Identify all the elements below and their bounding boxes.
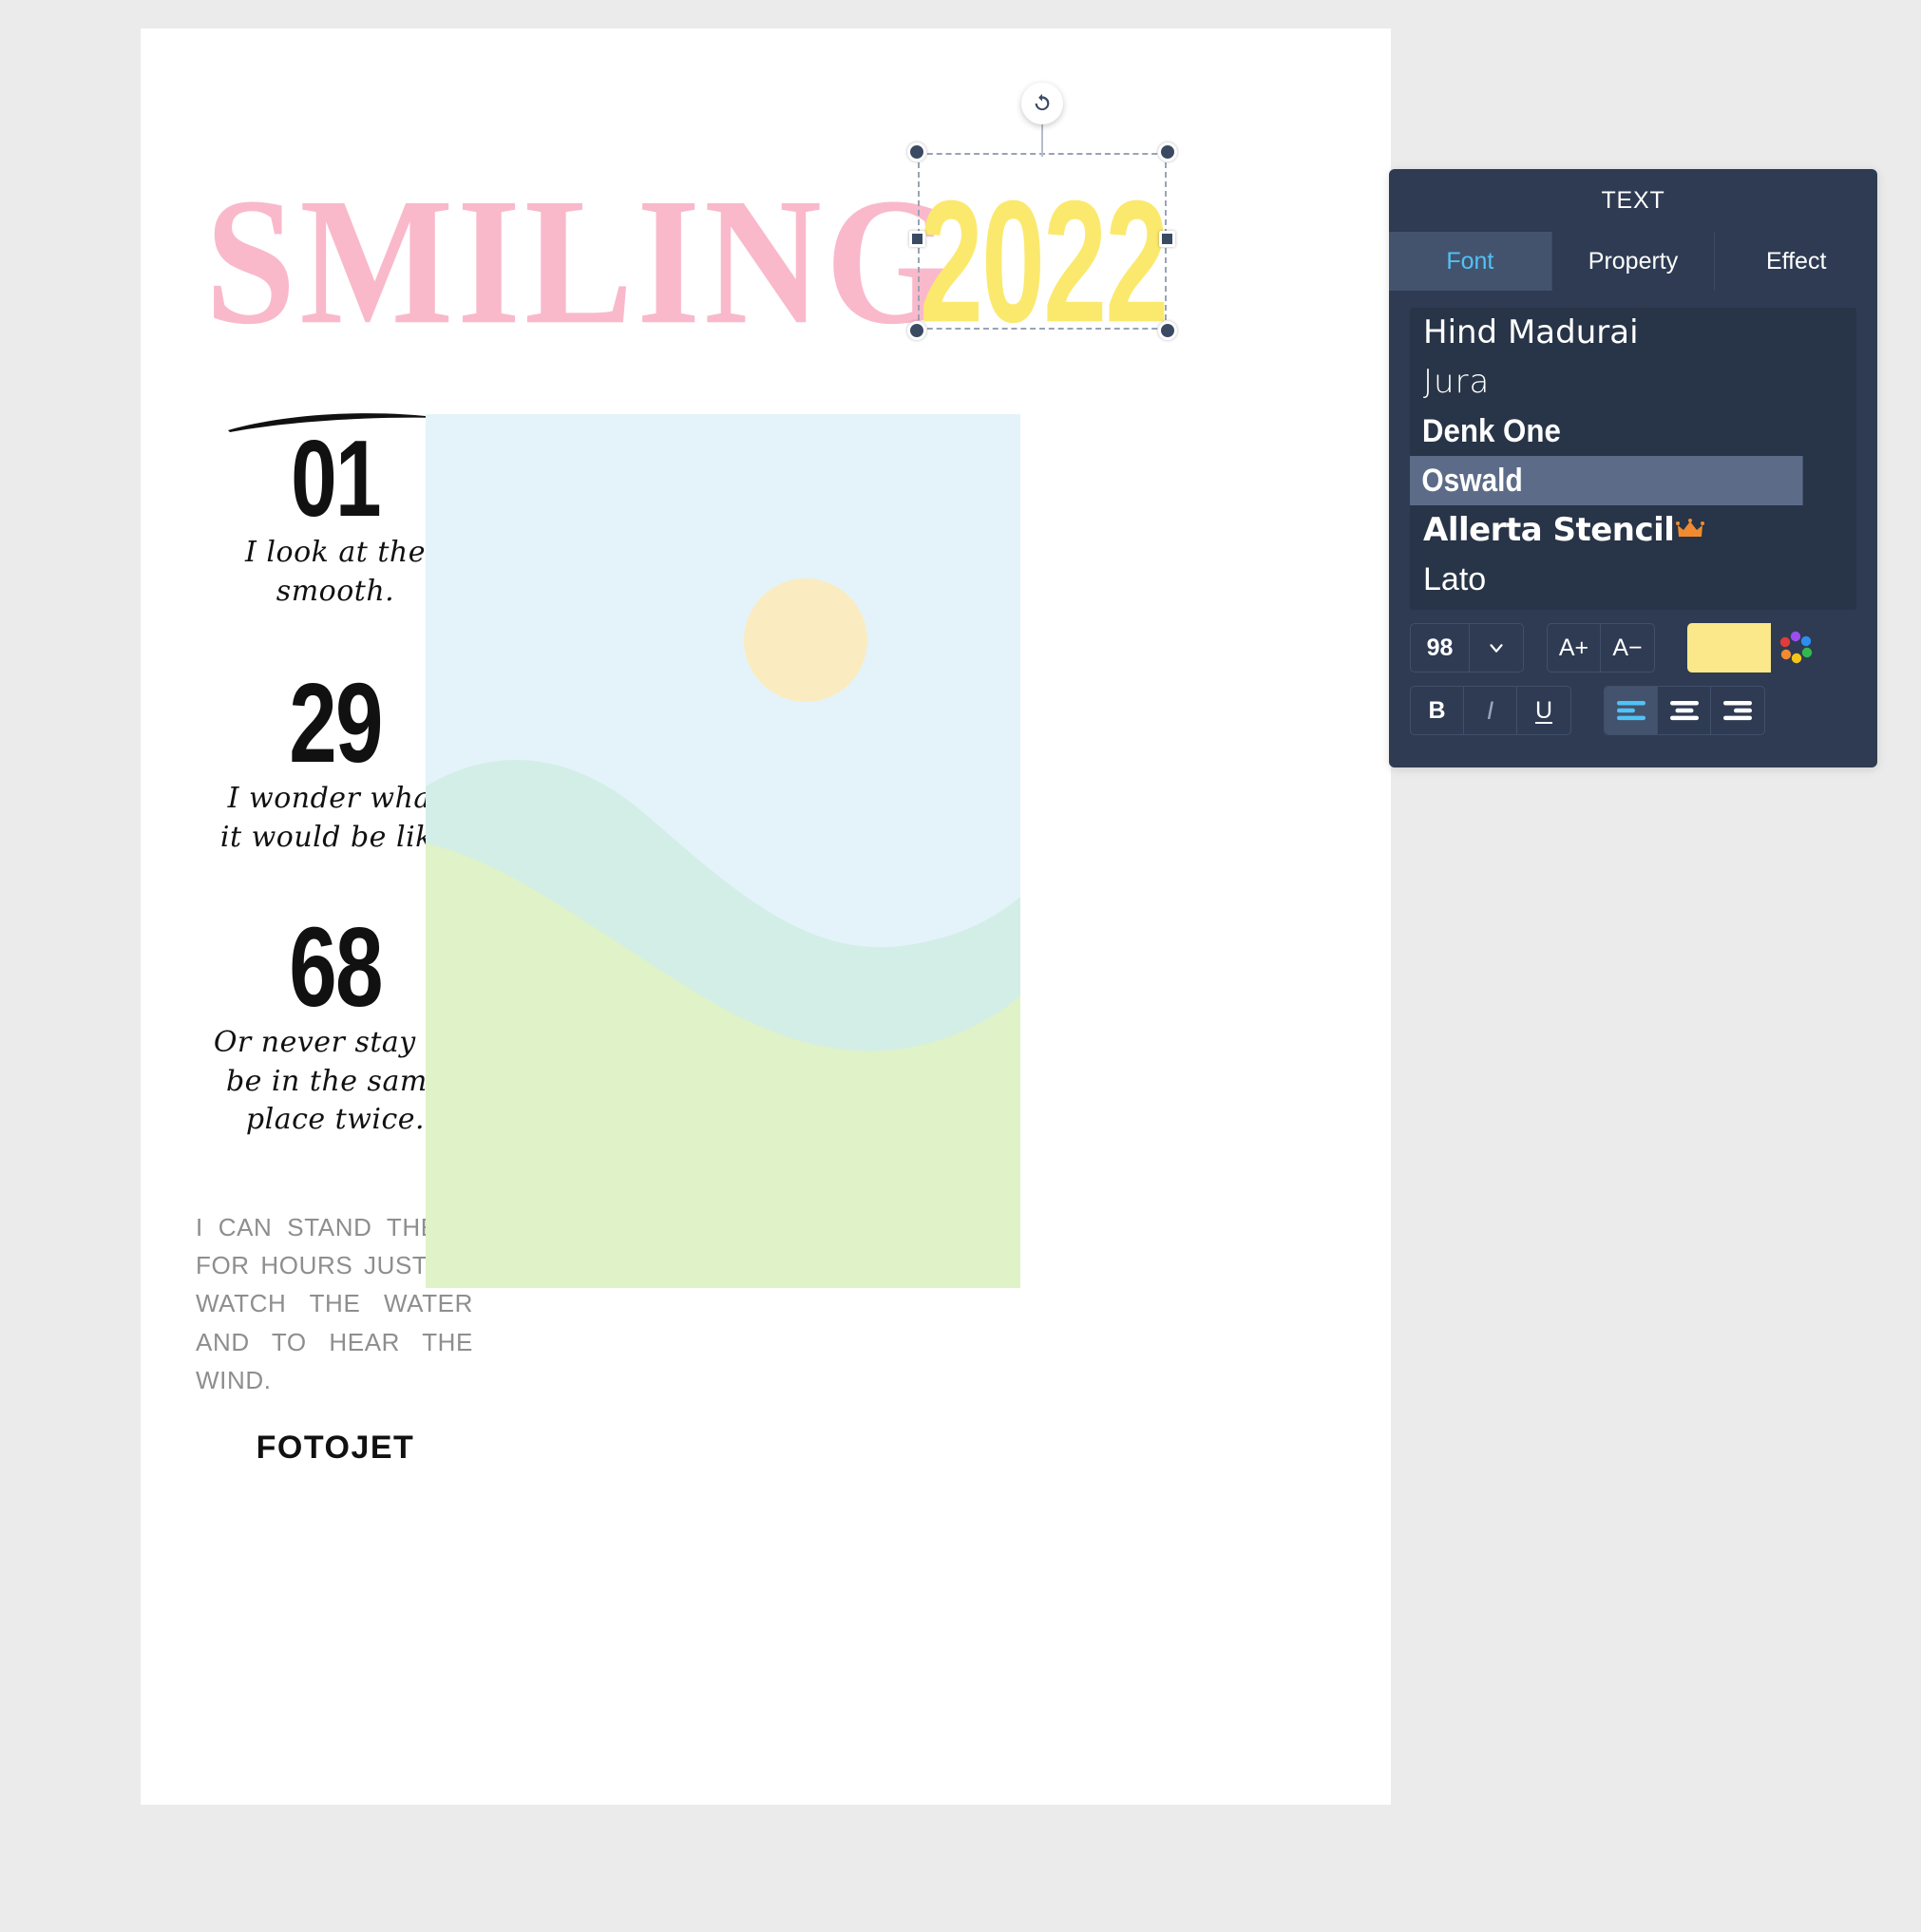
tab-effect[interactable]: Effect <box>1715 232 1877 291</box>
design-canvas[interactable]: SMILING 2022 01 I look at the smooth. 29… <box>141 28 1391 1805</box>
font-item-open-sans[interactable]: Open Sans <box>1410 604 1856 610</box>
bold-button[interactable]: B <box>1411 687 1464 734</box>
color-wheel-glyph <box>1779 631 1813 664</box>
crown-icon <box>1676 519 1705 541</box>
tab-font[interactable]: Font <box>1389 232 1552 291</box>
landscape-graphic <box>426 414 1020 1288</box>
panel-title: TEXT <box>1601 186 1665 214</box>
font-item-lato[interactable]: Lato <box>1410 555 1856 604</box>
panel-tabs: Font Property Effect <box>1389 232 1877 291</box>
font-item-oswald[interactable]: Oswald <box>1410 456 1803 505</box>
chevron-down-glyph <box>1490 644 1503 653</box>
headline-smiling-text[interactable]: SMILING <box>205 158 956 367</box>
font-size-step-control[interactable]: A+ A− <box>1547 623 1655 672</box>
font-item-label: Lato <box>1423 561 1487 597</box>
align-left-icon[interactable] <box>1605 687 1658 734</box>
rotate-icon[interactable] <box>1021 83 1063 124</box>
font-size-value[interactable]: 98 <box>1411 624 1470 672</box>
increase-font-size-button[interactable]: A+ <box>1548 624 1601 672</box>
font-item-label: Jura <box>1423 363 1491 401</box>
text-style-control[interactable]: B I U <box>1410 686 1571 735</box>
toolbar-row-size: 98 A+ A− <box>1410 623 1856 672</box>
crown-glyph <box>1676 519 1705 537</box>
align-center-icon[interactable] <box>1658 687 1711 734</box>
chevron-down-icon[interactable] <box>1470 624 1523 672</box>
font-item-label: Oswald <box>1421 463 1523 499</box>
text-alignment-control[interactable] <box>1604 686 1765 735</box>
font-item-allerta-stencil[interactable]: Allerta Stencil <box>1410 505 1856 555</box>
headline-group: SMILING 2022 <box>141 161 1391 362</box>
italic-button[interactable]: I <box>1464 687 1517 734</box>
tab-property[interactable]: Property <box>1552 232 1716 291</box>
font-item-label: Denk One <box>1421 413 1561 449</box>
align-center-glyph <box>1669 701 1699 721</box>
color-wheel-icon[interactable] <box>1771 623 1820 672</box>
font-item-label: Open Sans <box>1423 604 1597 610</box>
toolbar-row-style: B I U <box>1410 686 1856 735</box>
font-list[interactable]: Hind Madurai Jura Denk One Oswald Allert… <box>1410 308 1856 610</box>
text-toolbar: 98 A+ A− B I U <box>1389 610 1877 735</box>
headline-year-text[interactable]: 2022 <box>920 161 1169 362</box>
app-root: SMILING 2022 01 I look at the smooth. 29… <box>0 0 1921 1932</box>
text-panel: TEXT Font Property Effect Hind Madurai J… <box>1389 169 1877 767</box>
font-item-hind-madurai[interactable]: Hind Madurai <box>1410 308 1856 357</box>
resize-handle-top-right[interactable] <box>1158 142 1177 161</box>
align-right-icon[interactable] <box>1711 687 1764 734</box>
landscape-illustration[interactable] <box>426 414 1020 1288</box>
font-item-label: Hind Madurai <box>1423 313 1639 351</box>
font-size-control[interactable]: 98 <box>1410 623 1524 672</box>
text-color-control[interactable] <box>1687 623 1820 672</box>
align-right-glyph <box>1723 701 1752 721</box>
rotate-glyph <box>1035 93 1050 111</box>
sun-shape <box>744 578 867 702</box>
brand-text[interactable]: FOTOJET <box>179 1430 492 1467</box>
align-left-glyph <box>1616 701 1645 721</box>
underline-button[interactable]: U <box>1517 687 1570 734</box>
font-item-denk-one[interactable]: Denk One <box>1410 407 1820 456</box>
decrease-font-size-button[interactable]: A− <box>1601 624 1654 672</box>
font-item-jura[interactable]: Jura <box>1410 357 1856 407</box>
font-item-label: Allerta Stencil <box>1423 511 1675 549</box>
text-color-swatch[interactable] <box>1687 623 1771 672</box>
